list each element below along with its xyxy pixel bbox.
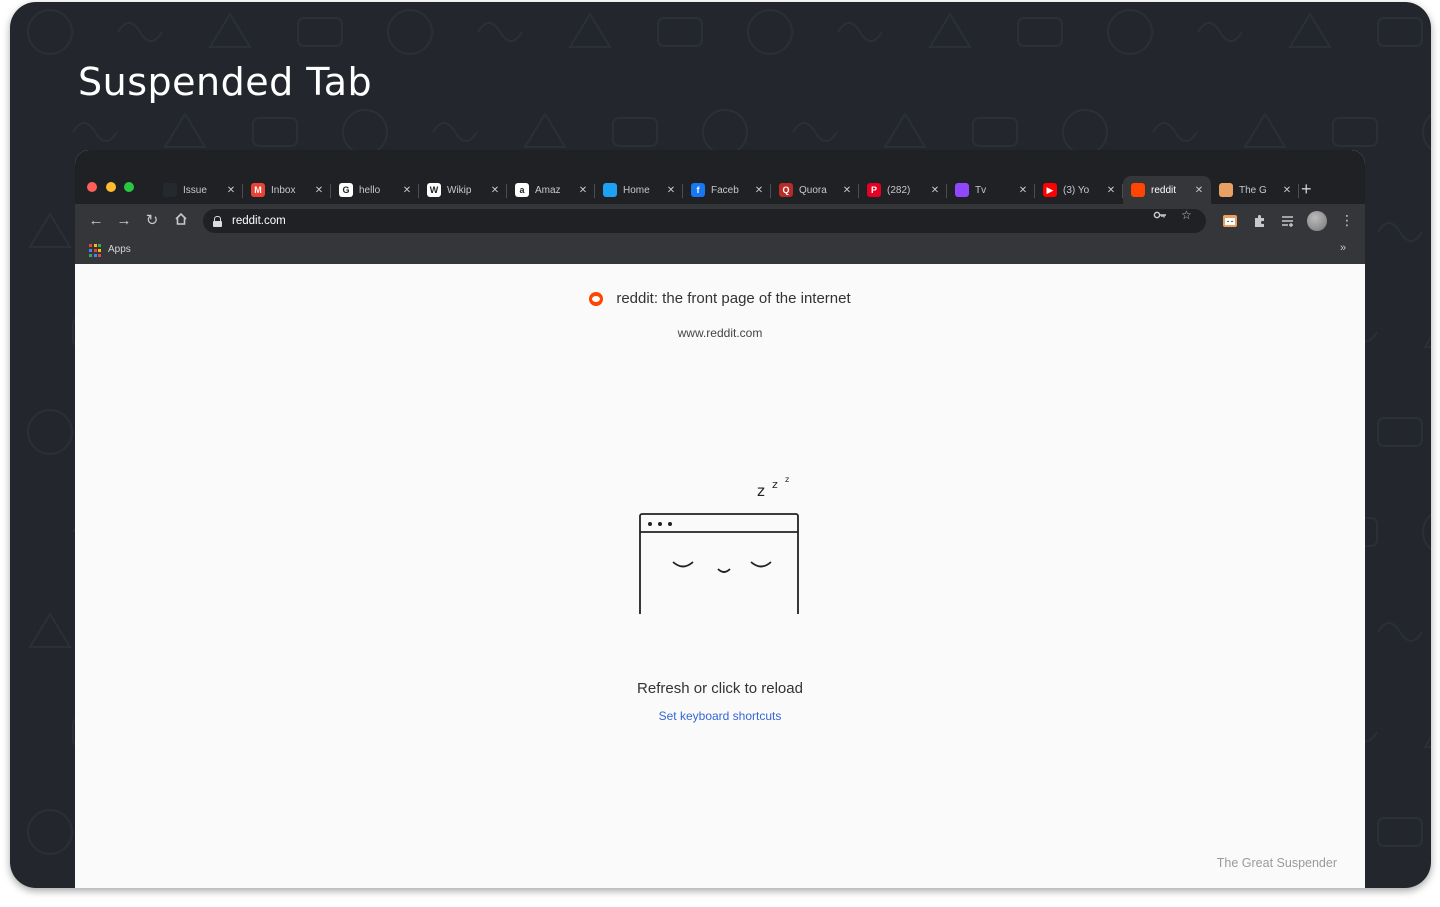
tab-label: Quora (799, 184, 827, 196)
tab-quora[interactable]: Q Quora ✕ (771, 176, 859, 204)
tab-close-icon[interactable]: ✕ (841, 185, 853, 196)
zzz-text: z (757, 482, 765, 500)
reddit-icon (1131, 183, 1145, 197)
apps-bookmark[interactable]: Apps (108, 244, 131, 255)
address-bar[interactable]: reddit.com (203, 209, 1206, 233)
tab-close-icon[interactable]: ✕ (225, 185, 237, 196)
tab-gmail[interactable]: M Inbox ✕ (243, 176, 331, 204)
tab-label: reddit (1151, 184, 1177, 196)
forward-arrow-icon[interactable]: → (115, 212, 133, 230)
suspender-icon (1219, 183, 1233, 197)
tab-pinterest[interactable]: P (282) ✕ (859, 176, 947, 204)
sleeping-window-icon: z z z (639, 475, 799, 614)
suspender-extension-icon[interactable] (1221, 212, 1239, 230)
tab-wikipedia[interactable]: W Wikip ✕ (419, 176, 507, 204)
tab-label: Home (623, 184, 650, 196)
tab-close-icon[interactable]: ✕ (1193, 185, 1205, 196)
wikipedia-icon: W (427, 183, 441, 197)
reload-icon[interactable]: ↻ (143, 212, 161, 230)
tab-close-icon[interactable]: ✕ (753, 185, 765, 196)
tab-label: (282) (887, 184, 911, 196)
suspended-page[interactable]: reddit: the front page of the internet w… (75, 264, 1365, 888)
toolbar: ← → ↻ reddit.com ☆ ⋮ (75, 204, 1365, 238)
url-text: reddit.com (232, 215, 286, 227)
tab-reddit[interactable]: reddit ✕ (1123, 176, 1211, 204)
tab-close-icon[interactable]: ✕ (665, 185, 677, 196)
tab-close-icon[interactable]: ✕ (1281, 185, 1293, 196)
github-icon (163, 183, 177, 197)
tab-close-icon[interactable]: ✕ (489, 185, 501, 196)
google-icon: G (339, 183, 353, 197)
tab-label: hello (359, 184, 381, 196)
zzz-text: z (785, 475, 789, 484)
minimize-window-icon[interactable] (106, 182, 116, 192)
site-url: www.reddit.com (677, 326, 763, 340)
home-icon[interactable] (172, 212, 190, 230)
tab-google[interactable]: Ghello ✕ (331, 176, 419, 204)
quora-icon: Q (779, 183, 793, 197)
bookmarks-overflow-icon[interactable]: » (1340, 242, 1346, 254)
gmail-icon: M (251, 183, 265, 197)
key-icon[interactable] (1153, 208, 1167, 225)
lock-icon (213, 215, 222, 227)
reading-list-icon[interactable] (1279, 212, 1297, 230)
tab-twitter[interactable]: Home ✕ (595, 176, 683, 204)
tab-close-icon[interactable]: ✕ (929, 185, 941, 196)
card: Suspended Tab Issue ✕ M Inbox ✕ Ghello ✕ W Wikip… (10, 2, 1431, 888)
amazon-icon: a (515, 183, 529, 197)
puzzle-extensions-icon[interactable] (1251, 212, 1269, 230)
tab-close-icon[interactable]: ✕ (1105, 185, 1117, 196)
reload-text[interactable]: Refresh or click to reload (75, 680, 1365, 697)
maximize-window-icon[interactable] (124, 182, 134, 192)
site-title: reddit: the front page of the internet (616, 290, 851, 307)
tab-twitch[interactable]: Tv ✕ (947, 176, 1035, 204)
bookmarks-bar: Apps » (75, 238, 1365, 264)
tab-close-icon[interactable]: ✕ (401, 185, 413, 196)
bookmark-star-icon[interactable]: ☆ (1181, 208, 1192, 222)
apps-grid-icon[interactable] (89, 244, 102, 257)
tab-label: Issue (183, 184, 207, 196)
tab-label: Tv (975, 184, 987, 196)
more-menu-icon[interactable]: ⋮ (1340, 210, 1354, 230)
tab-label: The G (1239, 184, 1267, 196)
tab-close-icon[interactable]: ✕ (1017, 185, 1029, 196)
browser-window: Issue ✕ M Inbox ✕ Ghello ✕ W Wikip ✕ a Amaz ✕ Home ✕ f F… (75, 150, 1365, 888)
site-title-row: reddit: the front page of the internet (75, 290, 1365, 307)
tab-amazon[interactable]: a Amaz ✕ (507, 176, 595, 204)
reddit-icon (589, 291, 604, 306)
set-keyboard-shortcuts-link[interactable]: Set keyboard shortcuts (75, 709, 1365, 723)
tab-youtube[interactable]: ▶ (3) Yo ✕ (1035, 176, 1123, 204)
tab-close-icon[interactable]: ✕ (577, 185, 589, 196)
card-title: Suspended Tab (78, 60, 373, 104)
tab-label: (3) Yo (1063, 184, 1090, 196)
facebook-icon: f (691, 183, 705, 197)
tab-facebook[interactable]: f Faceb ✕ (683, 176, 771, 204)
tab-label: Wikip (447, 184, 472, 196)
close-window-icon[interactable] (87, 182, 97, 192)
tab-label: Inbox (271, 184, 296, 196)
tab-close-icon[interactable]: ✕ (313, 185, 325, 196)
tab-label: Faceb (711, 184, 739, 196)
zzz-text: z (772, 478, 778, 491)
branding-label: The Great Suspender (1216, 856, 1337, 870)
tab-strip: Issue ✕ M Inbox ✕ Ghello ✕ W Wikip ✕ a Amaz ✕ Home ✕ f F… (155, 176, 1299, 204)
pinterest-icon: P (867, 183, 881, 197)
browser-chrome: Issue ✕ M Inbox ✕ Ghello ✕ W Wikip ✕ a Amaz ✕ Home ✕ f F… (75, 150, 1365, 264)
youtube-icon: ▶ (1043, 183, 1057, 197)
new-tab-button[interactable]: + (1301, 178, 1312, 200)
tab-suspender[interactable]: The G ✕ (1211, 176, 1299, 204)
back-arrow-icon[interactable]: ← (87, 212, 105, 230)
tab-label: Amaz (535, 184, 561, 196)
twitch-icon (955, 183, 969, 197)
twitter-icon (603, 183, 617, 197)
tab-github[interactable]: Issue ✕ (155, 176, 243, 204)
profile-avatar[interactable] (1307, 211, 1327, 231)
